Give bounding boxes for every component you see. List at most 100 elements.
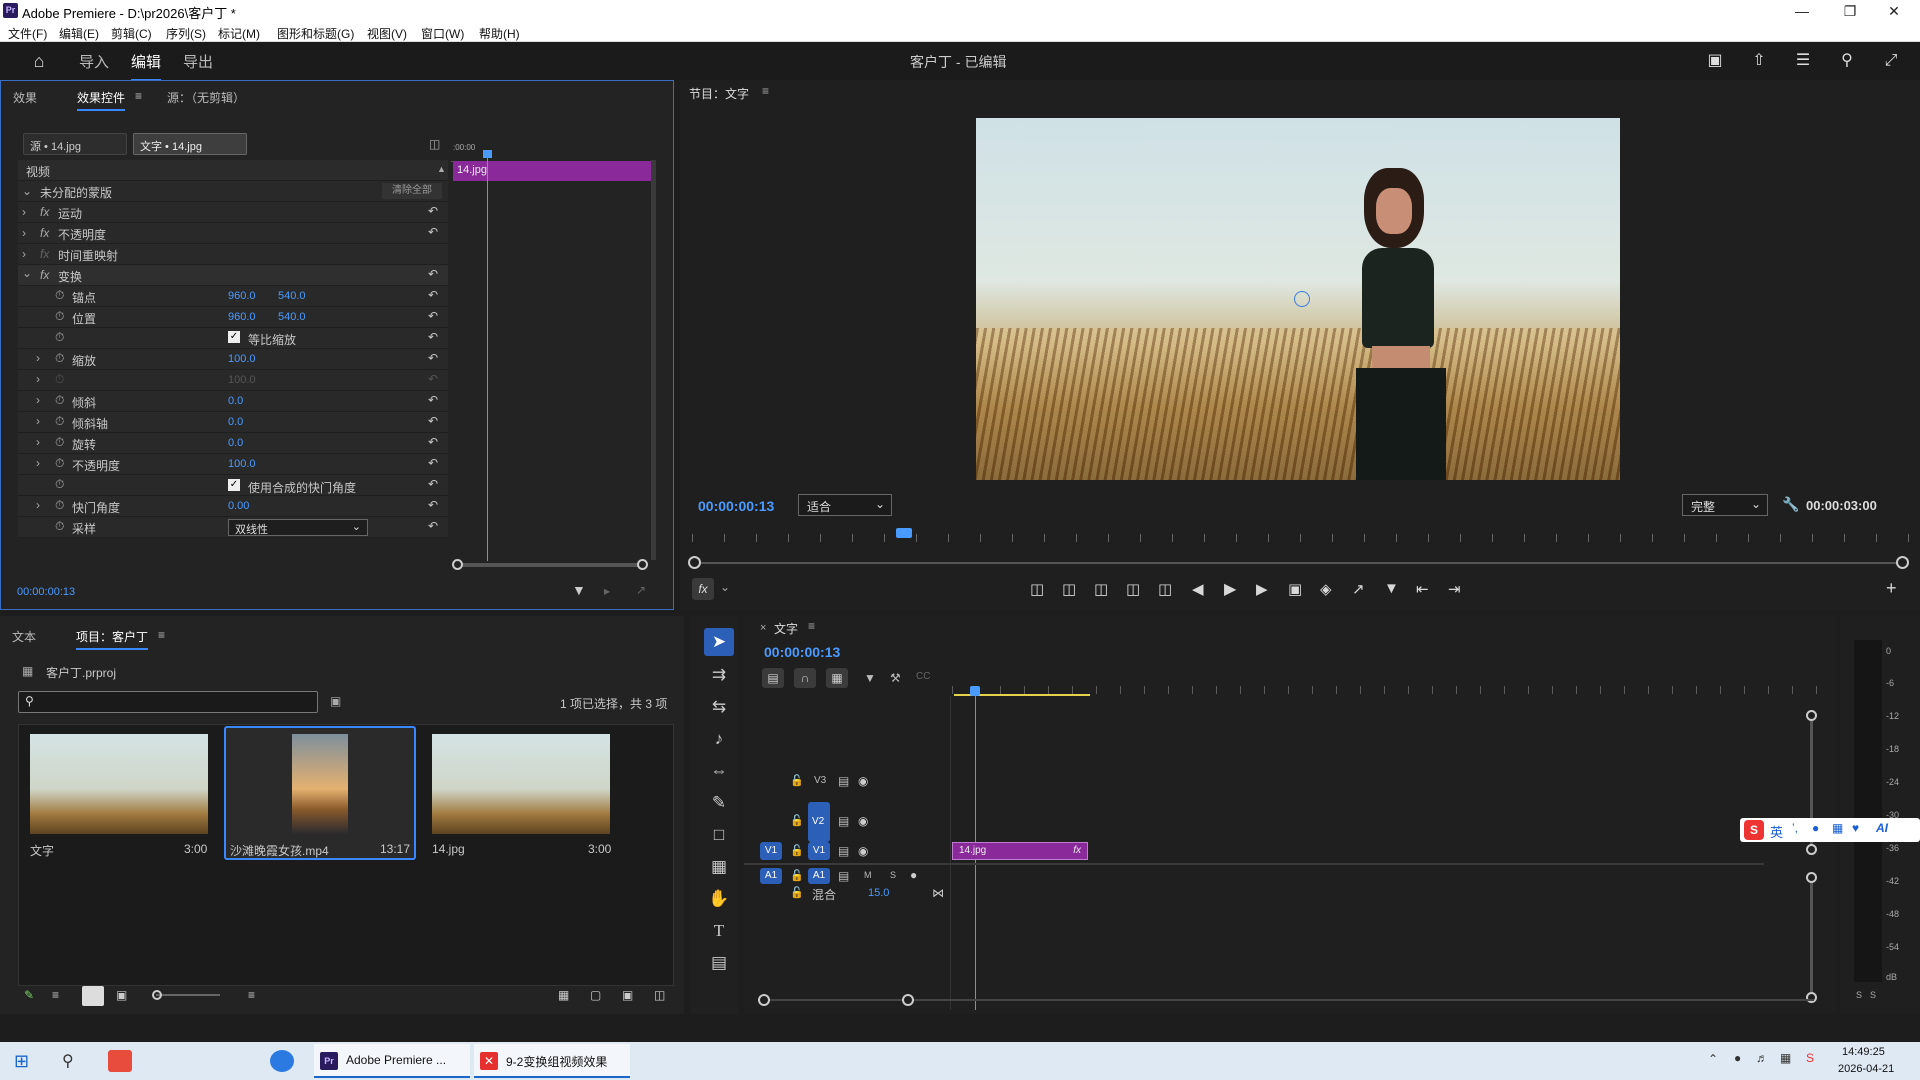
menu-view[interactable]: 视图(V) (367, 25, 407, 42)
minimize-icon[interactable]: — (1780, 0, 1824, 22)
maximize-icon[interactable]: ❐ (1828, 0, 1872, 22)
tab-source[interactable]: 源：（无剪辑） (167, 89, 245, 106)
reset-icon[interactable]: ↶ (428, 498, 438, 512)
panels-icon[interactable]: ☰ (1792, 50, 1814, 72)
anchor-x-value[interactable]: 960.0 (228, 290, 256, 302)
scale-value[interactable]: 100.0 (228, 353, 256, 365)
anchor-y-value[interactable]: 540.0 (278, 290, 306, 302)
microphone-icon[interactable]: ● (1734, 1051, 1741, 1065)
shutter-value[interactable]: 0.00 (228, 500, 249, 512)
go-to-in-icon[interactable]: ⇤ (1416, 580, 1429, 598)
timeline-tab[interactable]: 文字 (774, 620, 798, 637)
stopwatch-icon[interactable]: ⏱ (55, 309, 64, 324)
zoom-slider[interactable] (156, 994, 220, 996)
tab-effects[interactable]: 效果 (13, 89, 37, 106)
program-timecode[interactable]: 00:00:00:13 (698, 498, 774, 514)
chevron-right-icon[interactable]: › (36, 351, 40, 365)
search-icon[interactable]: ⚲ (62, 1051, 74, 1071)
share-icon[interactable]: ⇧ (1748, 50, 1770, 72)
add-button-icon[interactable]: + (1886, 578, 1897, 599)
reset-icon[interactable]: ↶ (428, 477, 438, 491)
position-x-value[interactable]: 960.0 (228, 311, 256, 323)
menu-help[interactable]: 帮助(H) (479, 25, 520, 42)
slip-tool-icon[interactable]: ⇔ (704, 757, 734, 785)
opacity-value[interactable]: 100.0 (228, 458, 256, 470)
export-icon[interactable]: ↗ (1352, 580, 1365, 598)
linked-selection-icon[interactable]: ▦ (826, 668, 848, 688)
menu-window[interactable]: 窗口(W) (421, 25, 464, 42)
mute-button[interactable]: M (864, 870, 872, 880)
filter-icon[interactable]: ▼ (572, 582, 586, 598)
lock-icon[interactable]: 🔓 (790, 886, 804, 899)
quality-select[interactable]: 完整 ⌄ (1682, 494, 1768, 516)
thumbnail-image[interactable] (432, 734, 610, 834)
step-forward-icon[interactable]: ▶ (1256, 580, 1268, 598)
audio-scrollbar[interactable] (1810, 876, 1813, 1002)
auto-reframe-tool-icon[interactable]: ▤ (704, 949, 734, 977)
lock-icon[interactable]: 🔓 (790, 869, 804, 882)
list-view-icon[interactable]: ≡ (52, 988, 59, 1002)
mini-scrollbar[interactable] (456, 563, 644, 567)
pen-tool-icon[interactable]: ✎ (704, 789, 734, 817)
eye-icon[interactable]: ◉ (858, 844, 868, 858)
track-v1-label[interactable]: V1 (808, 842, 830, 860)
zoom-handle-left[interactable] (688, 556, 701, 569)
type-tool-icon[interactable]: T (704, 917, 734, 945)
timeline-zoom-handle-right[interactable] (902, 994, 914, 1006)
go-to-out-icon[interactable]: ⇥ (1448, 580, 1461, 598)
lock-icon[interactable]: 🔓 (790, 814, 804, 827)
video-scroll-handle[interactable] (1806, 710, 1817, 721)
reset-icon[interactable]: ↶ (428, 225, 438, 239)
mini-clip[interactable]: 14.jpg (453, 161, 651, 181)
sync-lock-icon[interactable]: ▤ (838, 774, 849, 788)
chevron-right-icon[interactable]: › (36, 414, 40, 428)
chevron-down-icon[interactable]: ⌄ (720, 580, 730, 594)
hand-tool-icon[interactable]: ✋ (704, 885, 734, 913)
stopwatch-icon[interactable]: ⏱ (55, 414, 64, 429)
taskbar-video[interactable]: ✕ 9-2变换组视频效果 (474, 1044, 630, 1078)
zoom-slider-handle[interactable] (152, 990, 162, 1000)
reset-icon[interactable]: ↶ (428, 204, 438, 218)
solo-left-button[interactable]: S (1856, 990, 1862, 1000)
network-icon[interactable]: ▦ (1780, 1051, 1791, 1065)
chevron-right-icon[interactable]: › (36, 435, 40, 449)
frame-tool-icon[interactable]: ▦ (704, 853, 734, 881)
mark-out-icon[interactable]: ◫ (1062, 580, 1076, 598)
program-ruler[interactable] (692, 534, 1910, 542)
sort-icon[interactable]: ≡ (248, 988, 255, 1002)
volume-icon[interactable]: ♬ (1756, 1051, 1768, 1065)
chevron-up-icon[interactable]: ⌃ (1708, 1052, 1718, 1066)
toggle-timeline-icon[interactable]: ◫ (429, 137, 440, 151)
ripple-edit-tool-icon[interactable]: ⇆ (704, 693, 734, 721)
reset-icon[interactable]: ↶ (428, 519, 438, 533)
skew-value[interactable]: 0.0 (228, 395, 243, 407)
panel-menu-icon[interactable]: ≡ (808, 619, 815, 633)
timeline-zoom-bar[interactable] (764, 999, 1814, 1001)
timeline-clip[interactable]: 14.jpg fx (952, 842, 1088, 860)
ime-language[interactable]: 英 (1770, 822, 1783, 841)
position-y-value[interactable]: 540.0 (278, 311, 306, 323)
edge-icon[interactable] (270, 1050, 294, 1072)
wrench-icon[interactable]: 🔧 (1782, 496, 1799, 513)
stopwatch-icon[interactable]: ⏱ (55, 330, 64, 345)
mini-playhead-handle[interactable] (483, 150, 492, 158)
sync-lock-icon[interactable]: ▤ (838, 869, 849, 883)
audio-scroll-handle[interactable] (1806, 992, 1817, 1003)
fullscreen-icon[interactable]: ⤢ (1880, 50, 1902, 72)
track-v3-label[interactable]: V3 (814, 775, 826, 786)
mini-scroll-handle-left[interactable] (452, 559, 463, 570)
thumbnail-image[interactable] (292, 734, 348, 834)
timeline-playhead-handle[interactable] (970, 686, 980, 696)
comparison-icon[interactable]: ◈ (1320, 580, 1332, 598)
mark-in-icon[interactable]: ◫ (1030, 580, 1044, 598)
track-select-tool-icon[interactable]: ⇉ (704, 661, 734, 689)
automate-icon[interactable]: ▦ (558, 988, 569, 1002)
video-frame[interactable] (976, 118, 1620, 480)
source-v1-patch[interactable]: V1 (760, 842, 782, 860)
menu-sequence[interactable]: 序列(S) (166, 25, 206, 42)
microphone-icon[interactable]: ● (910, 868, 917, 882)
timeline-zoom-handle-left[interactable] (758, 994, 770, 1006)
lock-icon[interactable]: 🔓 (790, 844, 804, 857)
stopwatch-icon[interactable]: ⏱ (55, 393, 64, 408)
tab-effect-controls[interactable]: 效果控件 (77, 89, 126, 111)
